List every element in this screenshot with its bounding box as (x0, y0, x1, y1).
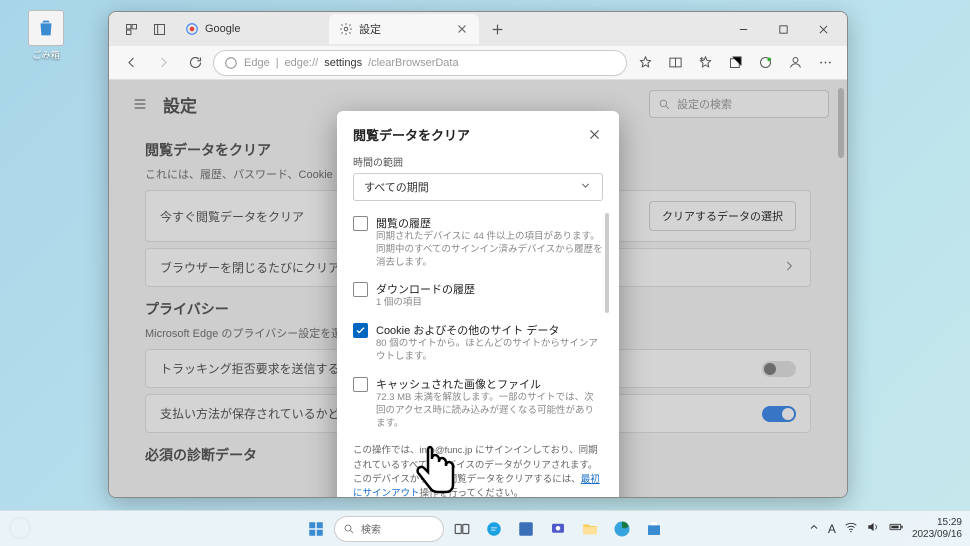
recycle-bin[interactable]: ごみ箱 (22, 10, 70, 61)
chat-icon[interactable] (480, 515, 508, 543)
recycle-bin-label: ごみ箱 (22, 48, 70, 61)
url-field[interactable]: Edge | edge://settings/clearBrowserData (213, 50, 627, 76)
item-title: Cookie およびその他のサイト データ (376, 322, 603, 338)
edge-taskbar-icon[interactable] (608, 515, 636, 543)
clock-time: 15:29 (912, 517, 962, 529)
dialog-scrollbar[interactable] (605, 213, 609, 313)
ime-icon[interactable]: A (828, 522, 836, 536)
item-title: 閲覧の履歴 (376, 215, 603, 231)
checkbox-cached-images[interactable] (353, 377, 368, 392)
url-prefix: edge:// (285, 57, 319, 69)
forward-button[interactable] (149, 49, 177, 77)
time-range-value: すべての期間 (364, 179, 429, 195)
checkbox-download-history[interactable] (353, 282, 368, 297)
tab-google-label: Google (205, 23, 240, 35)
store-icon[interactable] (640, 515, 668, 543)
edge-logo-icon (224, 56, 238, 70)
taskbar-search-label: 検索 (361, 521, 381, 536)
back-button[interactable] (117, 49, 145, 77)
clock-date: 2023/09/16 (912, 529, 962, 541)
titlebar: Google 設定 (109, 12, 847, 46)
widgets-icon[interactable] (512, 515, 540, 543)
taskbar: 検索 A 15:29 2023/09/16 (0, 510, 970, 546)
google-favicon-icon (185, 22, 199, 36)
refresh-button[interactable] (181, 49, 209, 77)
clear-items-list: 閲覧の履歴 同期されたデバイスに 44 件以上の項目があります。同期中のすべての… (353, 211, 603, 438)
url-bold: settings (324, 57, 362, 69)
explorer-icon[interactable] (576, 515, 604, 543)
start-button[interactable] (302, 515, 330, 543)
collections-icon[interactable] (721, 49, 749, 77)
teams-icon[interactable] (544, 515, 572, 543)
tab-settings[interactable]: 設定 (329, 14, 479, 44)
url-rest: /clearBrowserData (368, 57, 458, 69)
dialog-title: 閲覧データをクリア (353, 125, 470, 144)
url-brand: Edge (244, 57, 270, 69)
dialog-note: この操作では、info@func.jp にサインインしており、同期されているすべ… (353, 444, 603, 498)
gear-icon (339, 22, 353, 36)
item-cookies[interactable]: Cookie およびその他のサイト データ 80 個のサイトから。ほとんどのサイ… (353, 318, 603, 372)
favorites-icon[interactable] (691, 49, 719, 77)
recycle-bin-icon (28, 10, 64, 46)
time-range-label: 時間の範囲 (353, 154, 603, 169)
item-desc: 同期されたデバイスに 44 件以上の項目があります。同期中のすべてのサインイン済… (376, 231, 603, 269)
menu-button[interactable] (811, 49, 839, 77)
workspaces-icon[interactable] (119, 17, 143, 41)
profile-icon[interactable] (781, 49, 809, 77)
tab-close-icon[interactable] (455, 22, 469, 36)
search-icon (343, 523, 355, 535)
item-desc: 72.3 MB 未満を解放します。一部のサイトでは、次回のアクセス時に読み込みが… (376, 392, 603, 430)
extensions-icon[interactable] (751, 49, 779, 77)
favorites-star-icon[interactable] (631, 49, 659, 77)
item-title: ダウンロードの履歴 (376, 281, 475, 297)
window-close-button[interactable] (803, 15, 843, 43)
split-screen-icon[interactable] (661, 49, 689, 77)
item-desc: 80 個のサイトから。ほとんどのサイトからサインアウトします。 (376, 338, 603, 364)
dialog-close-button[interactable] (585, 126, 603, 144)
taskbar-search[interactable]: 検索 (334, 516, 444, 542)
checkbox-browsing-history[interactable] (353, 216, 368, 231)
item-title: キャッシュされた画像とファイル (376, 376, 603, 392)
battery-icon[interactable] (888, 519, 904, 538)
vertical-tabs-icon[interactable] (147, 17, 171, 41)
volume-icon[interactable] (866, 520, 880, 537)
checkbox-cookies[interactable] (353, 323, 368, 338)
time-range-select[interactable]: すべての期間 (353, 173, 603, 201)
window-maximize-button[interactable] (763, 15, 803, 43)
browser-window: Google 設定 Edge | edge://settings/clearBr… (108, 11, 848, 498)
item-cached-images[interactable]: キャッシュされた画像とファイル 72.3 MB 未満を解放します。一部のサイトで… (353, 372, 603, 438)
address-bar: Edge | edge://settings/clearBrowserData (109, 46, 847, 80)
taskview-icon[interactable] (448, 515, 476, 543)
taskbar-clock[interactable]: 15:29 2023/09/16 (912, 517, 962, 541)
new-tab-button[interactable] (483, 23, 511, 36)
tab-google[interactable]: Google (175, 14, 325, 44)
item-download-history[interactable]: ダウンロードの履歴 1 個の項目 (353, 277, 603, 318)
item-desc: 1 個の項目 (376, 297, 475, 310)
window-minimize-button[interactable] (723, 15, 763, 43)
wifi-icon[interactable] (844, 520, 858, 537)
chevron-down-icon (579, 179, 592, 195)
tray-chevron-icon[interactable] (808, 521, 820, 536)
tab-settings-label: 設定 (359, 21, 381, 37)
item-browsing-history[interactable]: 閲覧の履歴 同期されたデバイスに 44 件以上の項目があります。同期中のすべての… (353, 211, 603, 277)
clear-data-dialog: 閲覧データをクリア 時間の範囲 すべての期間 閲覧の履歴 同期されたデバイスに … (337, 111, 619, 498)
